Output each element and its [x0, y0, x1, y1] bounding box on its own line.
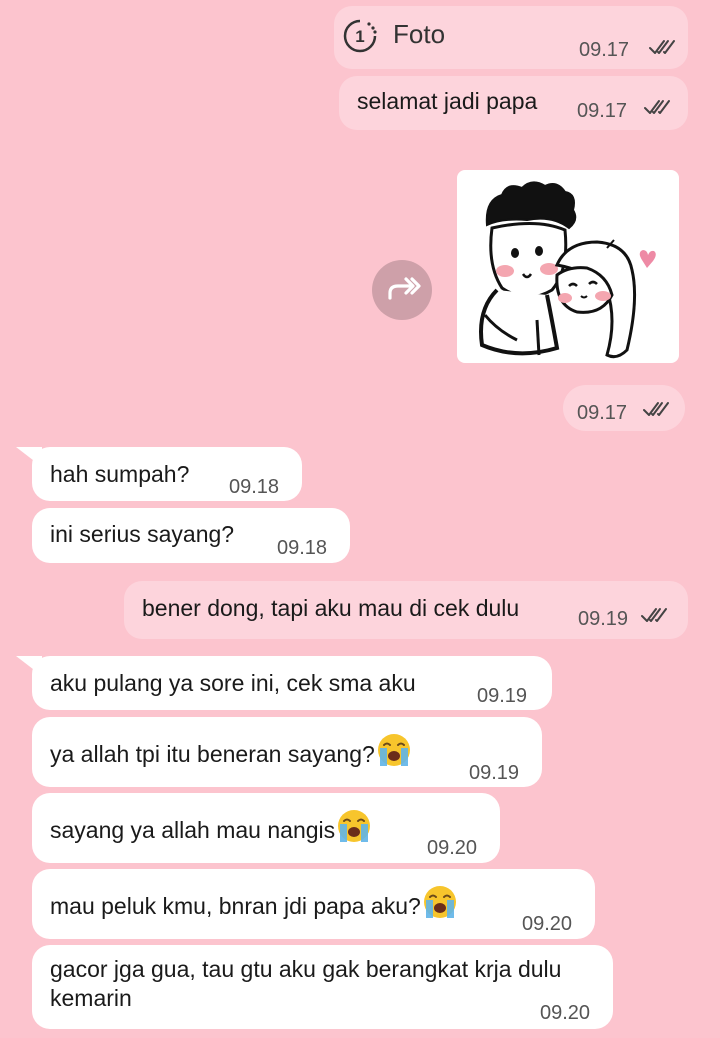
message-time: 09.18 [229, 476, 280, 498]
message-time: 09.19 [469, 762, 520, 784]
message-text: hah sumpah? [50, 461, 190, 487]
loudly-crying-face-emoji [376, 732, 412, 768]
incoming-message[interactable]: mau peluk kmu, bnran jdi papa aku? 09.20 [32, 869, 595, 939]
forward-button[interactable] [372, 260, 432, 320]
message-time: 09.20 [522, 913, 573, 935]
view-once-digit: 1 [355, 27, 364, 46]
message-time: 09.19 [578, 608, 629, 630]
message-text: selamat jadi papa [357, 88, 538, 114]
message-text: aku pulang ya sore ini, cek sma aku [50, 670, 416, 696]
message-time: 09.17 [579, 39, 630, 61]
message-text: bener dong, tapi aku mau di cek dulu [142, 595, 520, 621]
message-text: ini serius sayang? [50, 521, 235, 547]
incoming-message[interactable]: ya allah tpi itu beneran sayang? 09.19 [32, 717, 542, 787]
message-time: 09.17 [577, 402, 628, 424]
view-once-label: Foto [393, 19, 446, 49]
outgoing-message-view-once-photo[interactable]: 1 Foto 09.17 [334, 6, 688, 69]
message-time: 09.18 [277, 537, 328, 559]
message-text: mau peluk kmu, bnran jdi papa aku? [50, 884, 458, 921]
message-time: 09.19 [477, 685, 528, 707]
message-time: 09.17 [577, 100, 628, 122]
incoming-message[interactable]: sayang ya allah mau nangis 09.20 [32, 793, 500, 863]
chat-thread[interactable]: 1 Foto 09.17 selamat jadi papa 09.17 09.… [0, 0, 720, 1038]
incoming-message[interactable]: hah sumpah? 09.18 [32, 447, 302, 501]
double-check-icon [641, 606, 667, 624]
message-time: 09.20 [427, 837, 478, 859]
sticker-timestamp: 09.17 [563, 385, 685, 431]
incoming-message[interactable]: aku pulang ya sore ini, cek sma aku 09.1… [32, 656, 552, 710]
incoming-message[interactable]: gacor jga gua, tau gtu aku gak berangkat… [32, 945, 613, 1029]
message-time: 09.20 [540, 1002, 591, 1024]
incoming-message[interactable]: ini serius sayang? 09.18 [32, 508, 350, 563]
outgoing-message[interactable]: selamat jadi papa 09.17 [339, 76, 688, 130]
loudly-crying-face-emoji [336, 808, 372, 844]
view-once-icon: 1 [342, 18, 378, 54]
double-check-icon [643, 400, 669, 418]
double-check-icon [644, 98, 670, 116]
double-check-icon [649, 38, 675, 56]
message-text: ya allah tpi itu beneran sayang? [50, 732, 412, 769]
couple-doodle-sticker[interactable] [457, 170, 679, 363]
message-text: gacor jga gua, tau gtu aku gak berangkat… [50, 956, 562, 1011]
message-text: sayang ya allah mau nangis [50, 808, 372, 845]
outgoing-message[interactable]: bener dong, tapi aku mau di cek dulu 09.… [124, 581, 688, 639]
loudly-crying-face-emoji [422, 884, 458, 920]
forward-icon [388, 277, 421, 300]
